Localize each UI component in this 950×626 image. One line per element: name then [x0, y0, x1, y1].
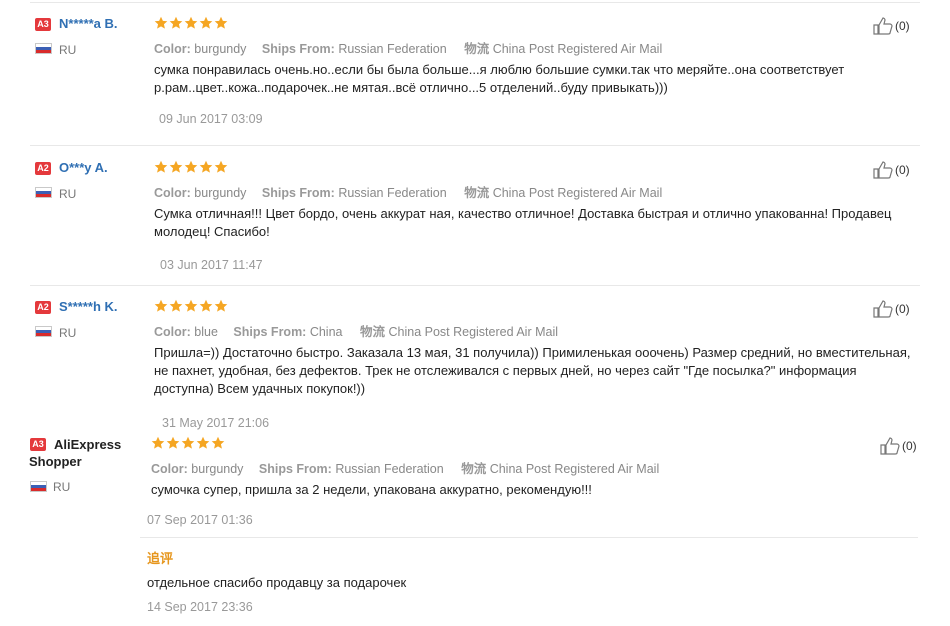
thumbs-up-icon	[873, 300, 893, 318]
thumbs-up-icon	[880, 437, 900, 455]
helpful-count: (0)	[895, 19, 910, 33]
star-icon	[184, 299, 198, 312]
follow-up-review-text: отдельное спасибо продавцу за подарочек	[147, 575, 407, 590]
review-date: 09 Jun 2017 03:09	[159, 112, 263, 126]
star-icon	[169, 299, 183, 312]
star-icon	[181, 436, 195, 449]
star-icon	[199, 160, 213, 173]
buyer-level-badge: A3	[35, 18, 51, 31]
star-icon	[169, 16, 183, 29]
russia-flag-icon	[35, 326, 52, 337]
review-text: Пришла=)) Достаточно быстро. Заказала 13…	[154, 345, 911, 396]
reviewer-name[interactable]: N*****a B.	[59, 16, 118, 31]
order-info: Color: blue Ships From: China 物流 China P…	[154, 321, 558, 340]
color-label: Color:	[154, 325, 191, 339]
review-text: сумка понравилась очень.но..если бы была…	[154, 62, 845, 95]
star-rating	[154, 160, 228, 177]
shipping-method: China Post Registered Air Mail	[388, 325, 559, 339]
thumbs-up-icon	[873, 17, 893, 35]
ships-from-label: Ships From:	[261, 186, 335, 200]
color-value: burgundy	[194, 42, 247, 56]
star-icon	[184, 160, 198, 173]
shipping-method: China Post Registered Air Mail	[489, 462, 660, 476]
reviewer-country: RU	[59, 43, 77, 57]
star-icon	[214, 16, 228, 29]
color-value: burgundy	[191, 462, 244, 476]
shipping-label: 物流	[464, 42, 490, 56]
reviewer-name[interactable]: AliExpress Shopper	[29, 436, 129, 470]
star-icon	[196, 436, 210, 449]
star-icon	[166, 436, 180, 449]
star-rating	[154, 299, 228, 316]
ships-from-value: Russian Federation	[338, 186, 447, 200]
helpful-button[interactable]: (0)	[880, 437, 917, 455]
helpful-count: (0)	[902, 439, 917, 453]
color-value: blue	[194, 325, 218, 339]
star-icon	[154, 160, 168, 173]
color-value: burgundy	[194, 186, 247, 200]
russia-flag-icon	[35, 187, 52, 198]
star-icon	[184, 16, 198, 29]
top-divider	[30, 2, 920, 3]
ships-from-value: Russian Federation	[338, 42, 447, 56]
ships-from-value: China	[309, 325, 343, 339]
ships-from-label: Ships From:	[258, 462, 332, 476]
helpful-button[interactable]: (0)	[873, 300, 910, 318]
reviewer-name[interactable]: S*****h K.	[59, 299, 118, 314]
order-info: Color: burgundy Ships From: Russian Fede…	[151, 458, 659, 477]
shipping-label: 物流	[464, 186, 490, 200]
review-text: сумочка супер, пришла за 2 недели, упако…	[151, 482, 592, 497]
ships-from-label: Ships From:	[261, 42, 335, 56]
review-divider	[30, 145, 920, 146]
star-rating	[154, 16, 228, 33]
review-date: 31 May 2017 21:06	[162, 416, 270, 430]
star-icon	[154, 299, 168, 312]
review-date: 03 Jun 2017 11:47	[160, 258, 263, 272]
reviewer-country: RU	[59, 187, 77, 201]
helpful-button[interactable]: (0)	[873, 17, 910, 35]
order-info: Color: burgundy Ships From: Russian Fede…	[154, 182, 662, 201]
review-date: 07 Sep 2017 01:36	[147, 513, 253, 527]
star-icon	[199, 299, 213, 312]
color-label: Color:	[151, 462, 188, 476]
shipping-method: China Post Registered Air Mail	[492, 42, 663, 56]
append-divider	[140, 537, 918, 538]
russia-flag-icon	[35, 43, 52, 54]
star-rating	[151, 436, 225, 453]
star-icon	[214, 160, 228, 173]
star-icon	[211, 436, 225, 449]
reviewer-country: RU	[59, 326, 77, 340]
helpful-button[interactable]: (0)	[873, 161, 910, 179]
star-icon	[169, 160, 183, 173]
russia-flag-icon	[30, 481, 47, 492]
shipping-label: 物流	[359, 325, 385, 339]
shipping-label: 物流	[461, 462, 487, 476]
star-icon	[199, 16, 213, 29]
follow-up-review-title: 追评	[147, 551, 174, 566]
star-icon	[151, 436, 165, 449]
buyer-level-badge: A2	[35, 162, 51, 175]
helpful-count: (0)	[895, 163, 910, 177]
star-icon	[214, 299, 228, 312]
star-icon	[154, 16, 168, 29]
shipping-method: China Post Registered Air Mail	[492, 186, 663, 200]
review-divider	[30, 285, 920, 286]
buyer-level-badge: A2	[35, 301, 51, 314]
follow-up-review-date: 14 Sep 2017 23:36	[147, 600, 253, 614]
order-info: Color: burgundy Ships From: Russian Fede…	[154, 38, 662, 57]
thumbs-up-icon	[873, 161, 893, 179]
reviewer-name[interactable]: O***y A.	[59, 160, 108, 175]
review-text: Сумка отличная!!! Цвет бордо, очень акку…	[154, 206, 892, 239]
helpful-count: (0)	[895, 302, 910, 316]
color-label: Color:	[154, 42, 191, 56]
ships-from-value: Russian Federation	[335, 462, 444, 476]
ships-from-label: Ships From:	[233, 325, 307, 339]
reviewer-country: RU	[53, 480, 71, 494]
color-label: Color:	[154, 186, 191, 200]
